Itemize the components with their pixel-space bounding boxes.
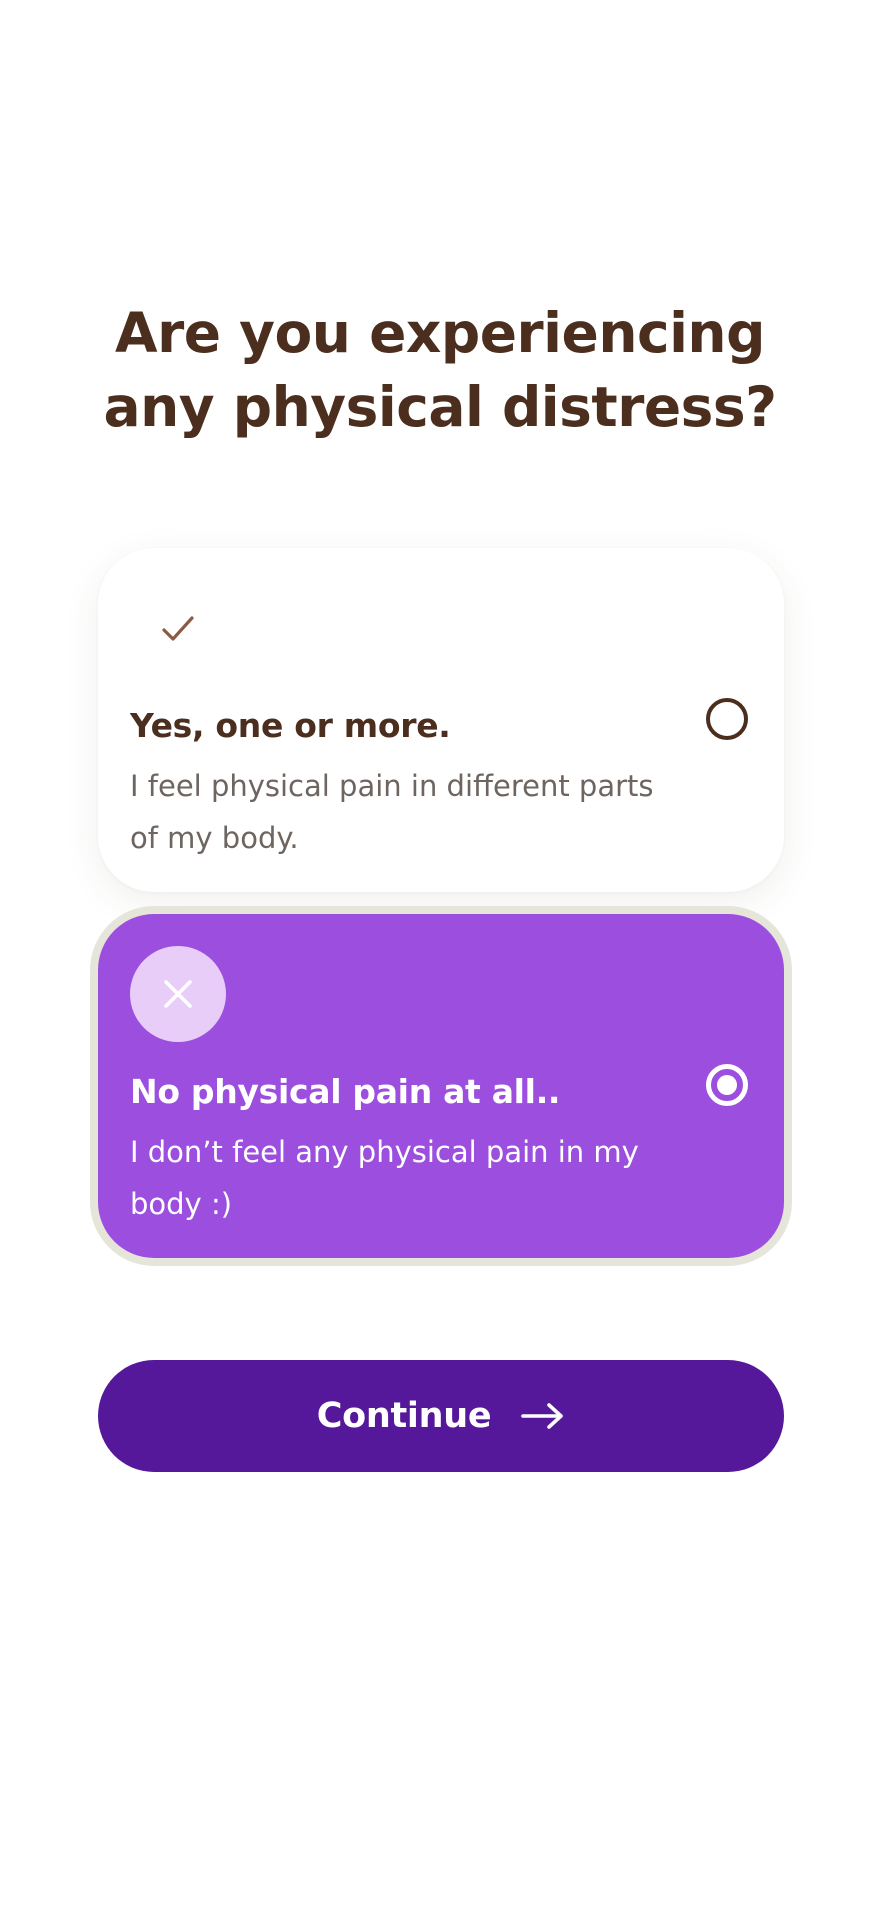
option-no-title: No physical pain at all.. <box>130 1072 561 1111</box>
option-yes-radio[interactable] <box>706 698 748 740</box>
continue-label: Continue <box>316 1396 492 1436</box>
option-no-card[interactable]: No physical pain at all.. I don’t feel a… <box>98 914 784 1258</box>
arrow-right-icon <box>521 1402 565 1430</box>
radio-selected-dot <box>717 1075 737 1095</box>
close-icon <box>130 946 226 1042</box>
option-yes-title: Yes, one or more. <box>130 706 451 745</box>
option-yes-description: I feel physical pain in different parts … <box>130 769 654 855</box>
continue-button[interactable]: Continue <box>98 1360 784 1472</box>
option-yes-card[interactable]: Yes, one or more. I feel physical pain i… <box>98 548 784 892</box>
screen: Are you experiencing any physical distre… <box>0 0 880 1912</box>
check-icon <box>130 580 226 676</box>
option-no-description: I don’t feel any physical pain in my bod… <box>130 1135 639 1221</box>
question-title: Are you experiencing any physical distre… <box>103 301 777 439</box>
option-no-radio[interactable] <box>706 1064 748 1106</box>
